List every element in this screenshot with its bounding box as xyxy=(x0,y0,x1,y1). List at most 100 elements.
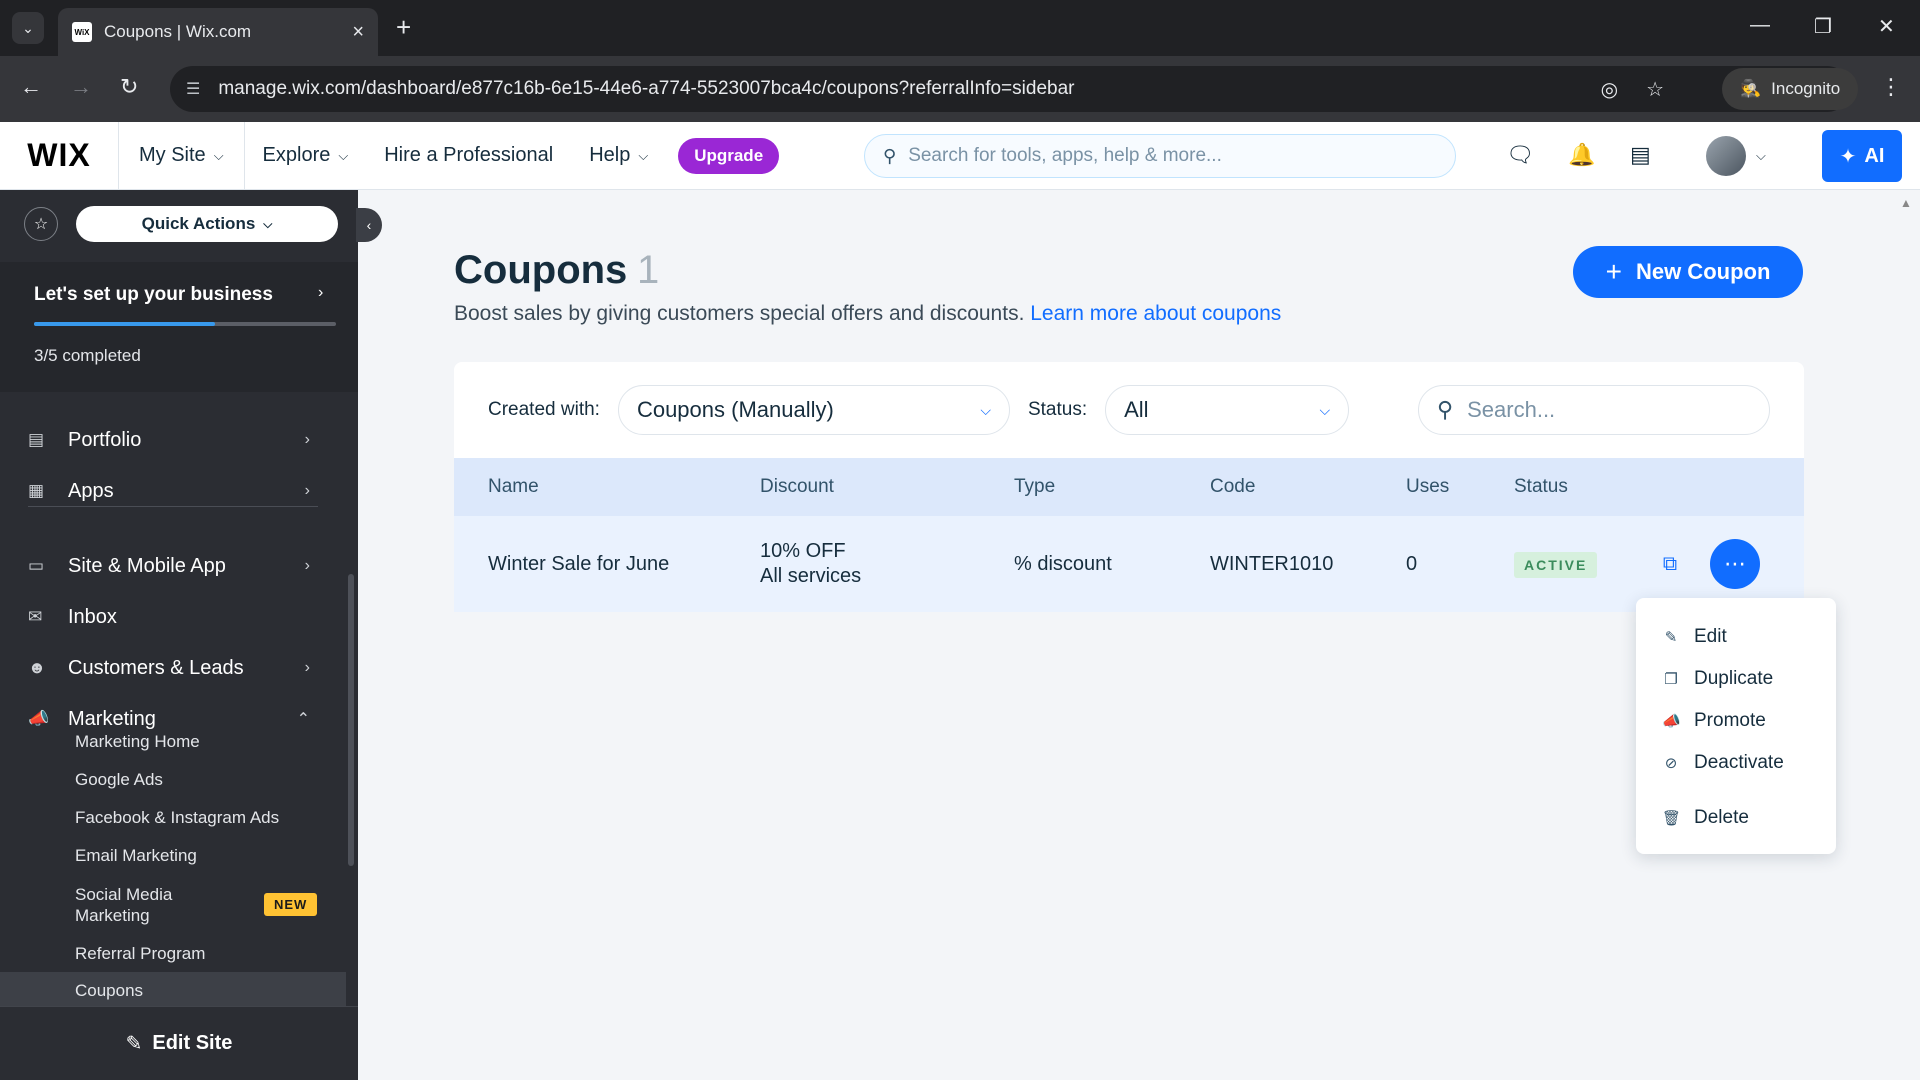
sidebar-subitem-marketing-home[interactable]: Marketing Home xyxy=(75,732,200,752)
wix-header: WIX My Site ⌵ Explore ⌵ Hire a Professio… xyxy=(0,121,1920,190)
wix-logo[interactable]: WIX xyxy=(0,137,118,174)
portfolio-icon: ▤ xyxy=(28,430,45,449)
status-badge: ACTIVE xyxy=(1514,551,1598,578)
coupon-search[interactable]: ⚲ xyxy=(1418,385,1770,435)
eye-off-icon[interactable]: ◎ xyxy=(1601,77,1618,102)
sidebar-scrollbar[interactable] xyxy=(348,574,354,866)
reload-icon[interactable]: ↻ xyxy=(120,74,138,100)
sidebar-subitem-email-marketing[interactable]: Email Marketing xyxy=(75,846,197,866)
global-search-input[interactable] xyxy=(908,145,1437,167)
deactivate-icon: ⊘ xyxy=(1664,755,1678,772)
chevron-down-icon: ⌵ xyxy=(638,147,649,163)
ai-assistant-button[interactable]: ✦ AI xyxy=(1822,130,1902,182)
status-select[interactable]: All ⌵ xyxy=(1105,385,1350,435)
megaphone-icon: 📣 xyxy=(1662,713,1681,730)
help-dropdown[interactable]: Help ⌵ xyxy=(571,122,666,190)
window-close-icon[interactable]: ✕ xyxy=(1878,14,1895,39)
browser-toolbar: ← → ↻ ☰ manage.wix.com/dashboard/e877c16… xyxy=(0,56,1920,122)
explore-label: Explore xyxy=(262,144,331,166)
created-with-select[interactable]: Coupons (Manually) ⌵ xyxy=(617,385,1010,435)
menu-item-promote[interactable]: 📣 Promote xyxy=(1636,700,1836,742)
active-badge: ACTIVE xyxy=(1514,551,1598,578)
more-actions-button[interactable]: ⋯ xyxy=(1710,539,1760,589)
sidebar-item-label: Site & Mobile App xyxy=(68,554,226,577)
minimize-icon[interactable]: — xyxy=(1750,14,1770,37)
coupon-search-input[interactable] xyxy=(1467,397,1751,423)
learn-more-link[interactable]: Learn more about coupons xyxy=(1030,302,1281,325)
pencil-icon: ✎ xyxy=(1664,629,1678,646)
setup-checklist[interactable]: Let's set up your business › 3/5 complet… xyxy=(0,262,358,392)
column-header-name: Name xyxy=(488,476,539,497)
copy-code-icon[interactable]: ⧉ xyxy=(1650,544,1690,584)
pencil-icon: ✎ xyxy=(125,1033,143,1055)
sidebar-item-apps[interactable]: ▦ Apps › xyxy=(0,467,350,515)
coupons-table-card: Created with: Coupons (Manually) ⌵ Statu… xyxy=(454,362,1804,612)
tab-close-icon[interactable]: × xyxy=(352,21,364,44)
explore-dropdown[interactable]: Explore ⌵ xyxy=(245,122,367,190)
sidebar-divider xyxy=(28,506,318,507)
favorites-star-icon[interactable]: ☆ xyxy=(24,207,58,241)
news-icon[interactable]: ▤ xyxy=(1630,142,1651,168)
status-value: All xyxy=(1124,397,1149,422)
sidebar-item-customers-leads[interactable]: ☻ Customers & Leads › xyxy=(0,644,350,692)
sidebar-subitem-referral-program[interactable]: Referral Program xyxy=(75,944,205,964)
back-arrow-icon[interactable]: ← xyxy=(20,74,42,100)
incognito-indicator[interactable]: 🕵 Incognito xyxy=(1722,68,1859,110)
menu-item-duplicate[interactable]: ❐ Duplicate xyxy=(1636,658,1836,700)
sidebar-subitem-google-ads[interactable]: Google Ads xyxy=(75,770,163,790)
user-avatar[interactable] xyxy=(1706,136,1746,176)
sidebar-subitem-social-media-marketing[interactable]: Social Media Marketing xyxy=(75,884,205,926)
address-bar[interactable]: ☰ manage.wix.com/dashboard/e877c16b-6e15… xyxy=(170,66,1850,112)
table-row[interactable]: Winter Sale for June 10% OFF All service… xyxy=(454,516,1804,612)
search-icon: ⚲ xyxy=(883,145,897,166)
apps-icon: ▦ xyxy=(28,481,45,500)
tab-search-chevron-icon[interactable]: ⌄ xyxy=(12,12,44,44)
quick-actions-button[interactable]: Quick Actions ⌵ xyxy=(76,206,338,242)
notifications-bell-icon[interactable]: 🔔 xyxy=(1568,142,1595,168)
sidebar-subitem-facebook-instagram-ads[interactable]: Facebook & Instagram Ads xyxy=(75,808,279,828)
menu-divider xyxy=(1636,790,1836,791)
sidebar-item-inbox[interactable]: ✉ Inbox xyxy=(0,593,350,641)
bookmark-star-icon[interactable]: ☆ xyxy=(1646,77,1664,102)
more-actions-icon: ⋯ xyxy=(1724,551,1746,576)
menu-item-label: Delete xyxy=(1694,807,1749,828)
wix-favicon-icon: WiX xyxy=(72,22,92,42)
browser-tab[interactable]: WiX Coupons | Wix.com × xyxy=(58,8,378,56)
table-header: Name Discount Type Code Uses Status xyxy=(454,458,1804,516)
site-info-icon[interactable]: ☰ xyxy=(186,79,200,99)
subtitle-text: Boost sales by giving customers special … xyxy=(454,302,1025,325)
restore-icon[interactable]: ❐ xyxy=(1814,14,1832,39)
sidebar-subitem-coupons[interactable]: Coupons xyxy=(0,972,346,1010)
browser-menu-icon[interactable]: ⋮ xyxy=(1880,74,1902,100)
coupon-code: WINTER1010 xyxy=(1210,552,1334,575)
column-header-uses: Uses xyxy=(1406,476,1450,497)
new-badge: NEW xyxy=(264,893,318,916)
sidebar-item-site-mobile-app[interactable]: ▭ Site & Mobile App › xyxy=(0,542,350,590)
new-tab-plus-icon[interactable]: + xyxy=(396,12,411,42)
new-coupon-button[interactable]: + New Coupon xyxy=(1573,246,1803,298)
search-icon: ⚲ xyxy=(1437,397,1454,422)
menu-item-deactivate[interactable]: ⊘ Deactivate xyxy=(1636,742,1836,784)
chevron-down-icon: ⌵ xyxy=(213,147,224,163)
chevron-down-icon: ⌵ xyxy=(1319,401,1331,418)
page-title: Coupons xyxy=(454,248,628,292)
my-site-dropdown[interactable]: My Site ⌵ xyxy=(118,121,245,190)
scroll-up-arrow-icon[interactable]: ▲ xyxy=(1900,196,1912,210)
menu-item-edit[interactable]: ✎ Edit xyxy=(1636,616,1836,658)
chevron-right-icon: › xyxy=(304,659,310,676)
main-scrollbar[interactable]: ▲ xyxy=(1900,196,1912,1076)
menu-item-label: Promote xyxy=(1694,710,1766,731)
forward-arrow-icon[interactable]: → xyxy=(70,74,92,100)
hire-professional-link[interactable]: Hire a Professional xyxy=(366,122,571,190)
sidebar-item-portfolio[interactable]: ▤ Portfolio › xyxy=(0,416,350,464)
url-text[interactable]: manage.wix.com/dashboard/e877c16b-6e15-4… xyxy=(218,78,1572,100)
upgrade-button[interactable]: Upgrade xyxy=(678,137,780,174)
chat-icon[interactable]: 🗨 xyxy=(1506,142,1534,168)
edit-site-button[interactable]: ✎ Edit Site xyxy=(0,1006,358,1080)
global-search[interactable]: ⚲ xyxy=(864,134,1456,178)
chevron-down-icon[interactable]: ⌵ xyxy=(1756,148,1766,164)
menu-item-delete[interactable]: 🗑 Delete xyxy=(1636,797,1836,839)
sidebar-item-label: Apps xyxy=(68,479,114,502)
inbox-icon: ✉ xyxy=(28,607,43,626)
status-label: Status: xyxy=(1027,399,1088,420)
